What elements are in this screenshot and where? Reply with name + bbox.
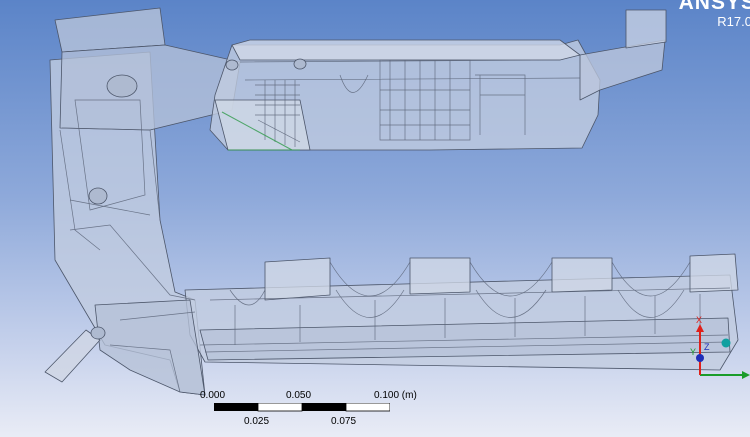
mounting-hole [225,59,239,71]
y-axis-label: Y [690,347,696,357]
scale-ruler: 0.000 0.050 0.100 (m) 0.025 0.075 [200,390,440,430]
part-3d-model[interactable] [0,0,750,437]
left-pin [44,329,101,383]
lower-channel-wall [551,257,613,293]
mounting-hole [88,187,108,205]
brand-version: R17.0 [717,14,750,29]
axis-triad[interactable]: X Z Y [688,310,750,385]
x-axis-label: X [696,315,702,325]
z-axis-ball [696,354,704,362]
scale-label-025: 0.025 [244,416,270,427]
scale-label-100: 0.100 (m) [374,390,417,401]
x-axis-arrow [696,324,704,332]
lower-channel-wall [409,257,471,295]
brand-name: ANSYS [678,0,750,14]
arm-corner-panel [214,99,311,151]
mounting-hole [90,326,106,340]
mounting-hole [106,74,138,98]
lower-channel-wall [689,253,739,293]
graphics-viewport[interactable]: ANSYS R17.0 0.000 0.050 0.100 (m) 0.025 … [0,0,750,437]
scale-label-050: 0.050 [286,390,312,401]
scale-bar-graphic [214,403,390,412]
mounting-hole [293,58,307,70]
upper-arm-end-tab [625,9,667,49]
y-axis-arrow [742,371,750,379]
left-post-top [54,7,166,53]
left-foot [94,299,206,396]
lower-channel-wall [264,257,331,301]
scale-label-075: 0.075 [331,416,357,427]
iso-view-ball [721,338,731,348]
upper-arm-top [231,39,581,61]
scale-label-0: 0.000 [200,390,226,401]
upper-arm-tail [579,39,666,101]
z-axis-label: Z [704,342,710,352]
ansys-logo: ANSYS R17.0 [679,0,750,29]
